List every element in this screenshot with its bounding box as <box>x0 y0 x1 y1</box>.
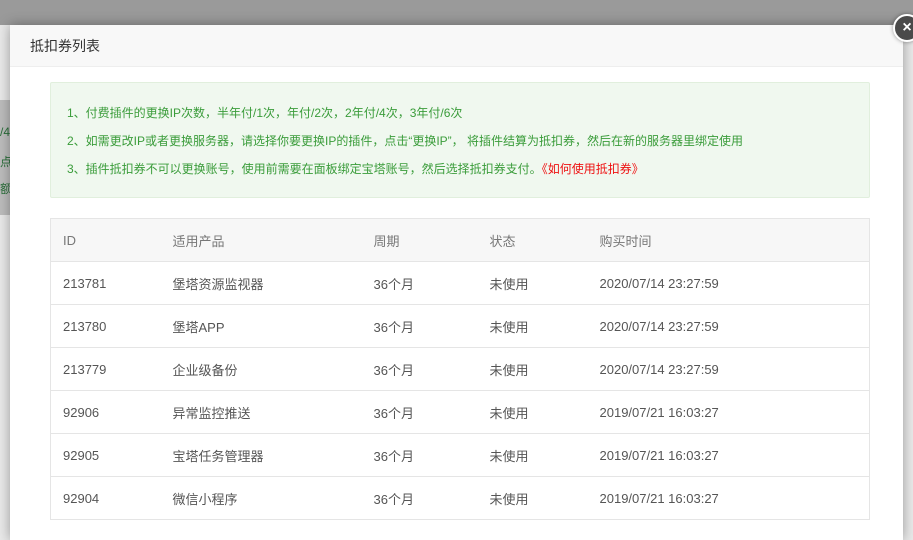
table-row: 92904 微信小程序 36个月 未使用 2019/07/21 16:03:27 <box>51 477 870 520</box>
cell-status: 未使用 <box>489 390 600 434</box>
notice-line-3: 3、插件抵扣券不可以更换账号，使用前需要在面板绑定宝塔账号，然后选择抵扣券支付。… <box>67 155 869 183</box>
cell-period: 36个月 <box>373 347 490 391</box>
cell-product: 企业级备份 <box>172 347 374 391</box>
cell-status: 未使用 <box>489 491 529 507</box>
notice-line-2: 2、如需更改IP或者更换服务器，请选择你要更换IP的插件，点击“更换IP”， 将… <box>67 134 744 148</box>
cell-period: 36个月 <box>373 491 414 507</box>
cell-purchase-time: 2020/07/14 23:27:59 <box>599 261 870 305</box>
cell-status: 未使用 <box>489 304 600 348</box>
modal-header: 抵扣券列表 <box>10 25 903 67</box>
table-row: 213780 堡塔APP 36个月 未使用 2020/07/14 23:27:5… <box>50 304 870 348</box>
cell-period: 36个月 <box>373 390 490 434</box>
notice-line-1: 1、付费插件的更换IP次数，半年付/1次，年付/2次，2年付/4次，3年付/6次 <box>67 106 463 120</box>
header-id: ID <box>50 218 173 262</box>
cell-purchase-time: 2020/07/14 23:27:59 <box>599 304 870 348</box>
header-period: 周期 <box>373 218 490 262</box>
header-purchase-time: 购买时间 <box>599 218 870 262</box>
cell-product: 宝塔任务管理器 <box>172 433 374 477</box>
table-header-row: ID 适用产品 周期 状态 购买时间 <box>50 218 870 262</box>
cell-status: 未使用 <box>489 433 600 477</box>
cell-id: 92905 <box>50 433 173 477</box>
background-top-bar <box>0 0 913 25</box>
cell-purchase-time: 2019/07/21 16:03:27 <box>599 490 719 506</box>
modal-title: 抵扣券列表 <box>30 37 100 54</box>
coupon-table: ID 适用产品 周期 状态 购买时间 213781 堡塔资源监视器 36个月 未… <box>50 218 870 520</box>
cell-status: 未使用 <box>489 261 600 305</box>
coupon-list-modal: 抵扣券列表 1、付费插件的更换IP次数，半年付/1次，年付/2次，2年付/4次，… <box>10 25 903 540</box>
table-row: 213779 企业级备份 36个月 未使用 2020/07/14 23:27:5… <box>50 347 870 391</box>
cell-purchase-time: 2019/07/21 16:03:27 <box>599 433 870 477</box>
cell-id: 213780 <box>50 304 173 348</box>
cell-period: 36个月 <box>373 261 490 305</box>
cell-id: 92906 <box>50 390 173 434</box>
cell-id: 213781 <box>50 261 173 305</box>
cell-id: 92904 <box>63 490 100 506</box>
cell-purchase-time: 2019/07/21 16:03:27 <box>599 390 870 434</box>
close-icon[interactable]: × <box>893 14 913 42</box>
cell-status: 未使用 <box>489 347 600 391</box>
notice-box: 1、付费插件的更换IP次数，半年付/1次，年付/2次，2年付/4次，3年付/6次… <box>50 82 870 198</box>
header-status: 状态 <box>489 218 600 262</box>
table-row: 92905 宝塔任务管理器 36个月 未使用 2019/07/21 16:03:… <box>50 433 870 477</box>
header-product: 适用产品 <box>172 218 374 262</box>
notice-line-3-text: 3、插件抵扣券不可以更换账号，使用前需要在面板绑定宝塔账号，然后选择抵扣券支付。 <box>67 162 542 176</box>
cell-period: 36个月 <box>373 304 490 348</box>
table-row: 213781 堡塔资源监视器 36个月 未使用 2020/07/14 23:27… <box>50 261 870 305</box>
cell-product: 堡塔APP <box>172 304 374 348</box>
cell-id: 213779 <box>50 347 173 391</box>
cell-product: 微信小程序 <box>172 491 238 507</box>
how-to-use-coupon-link[interactable]: 《如何使用抵扣券》 <box>542 162 644 176</box>
table-row: 92906 异常监控推送 36个月 未使用 2019/07/21 16:03:2… <box>50 390 870 434</box>
cell-period: 36个月 <box>373 433 490 477</box>
cell-product: 异常监控推送 <box>172 390 374 434</box>
cell-purchase-time: 2020/07/14 23:27:59 <box>599 347 870 391</box>
cell-product: 堡塔资源监视器 <box>172 261 374 305</box>
